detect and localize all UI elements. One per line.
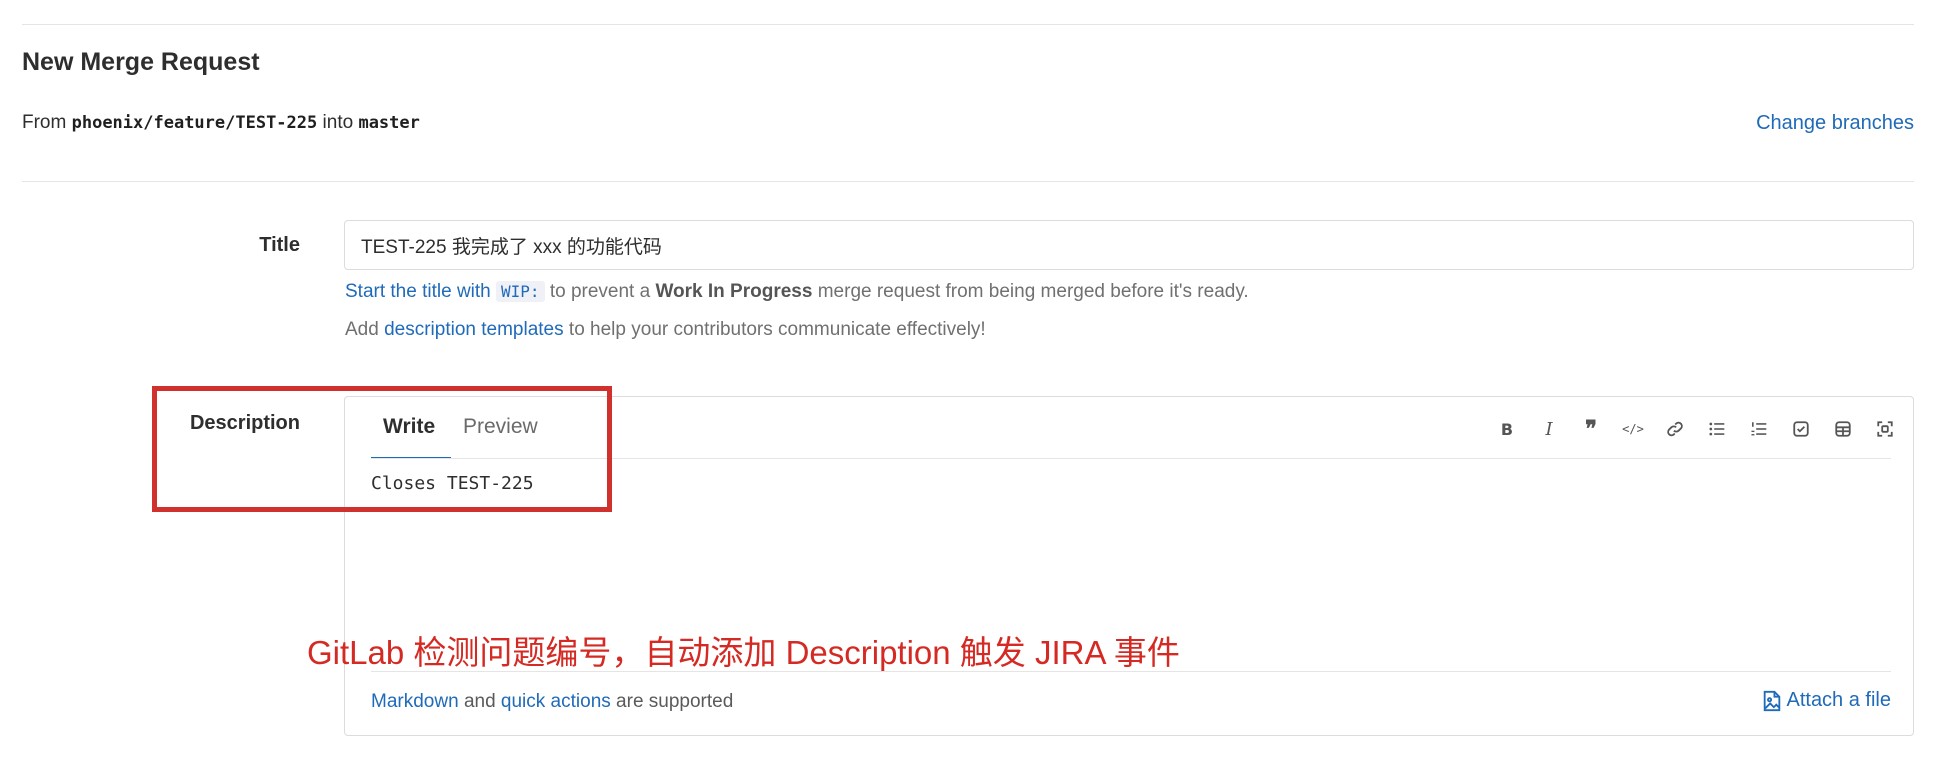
wip-hint: Start the title with WIP: to prevent a W…: [345, 281, 1249, 303]
attach-file-label: Attach a file: [1786, 689, 1891, 711]
table-icon[interactable]: [1833, 419, 1853, 439]
wip-hint-bold: Work In Progress: [655, 281, 813, 302]
footer-supported: are supported: [616, 691, 734, 712]
markdown-toolbar: B I ❞ </>: [1497, 416, 1895, 442]
branch-summary: From phoenix/feature/TEST-225 into maste…: [22, 112, 420, 134]
editor-footer: Markdown and quick actions are supported: [371, 691, 733, 713]
code-icon[interactable]: </>: [1622, 419, 1644, 439]
task-list-icon[interactable]: [1791, 419, 1811, 439]
image-file-icon: [1764, 690, 1781, 711]
change-branches-link[interactable]: Change branches: [1756, 112, 1914, 135]
fullscreen-icon[interactable]: [1875, 419, 1895, 439]
top-divider: [22, 24, 1914, 25]
page-title: New Merge Request: [22, 48, 260, 76]
wip-code: WIP:: [496, 281, 545, 302]
title-input[interactable]: [344, 220, 1914, 270]
wip-hint-text-after: merge request from being merged before i…: [817, 281, 1249, 302]
bullet-list-icon[interactable]: [1707, 419, 1727, 439]
annotation-highlight-box: [152, 386, 612, 512]
attach-file-button[interactable]: Attach a file: [1762, 689, 1891, 712]
into-label: into: [322, 112, 354, 133]
quick-actions-link[interactable]: quick actions: [501, 691, 611, 712]
wip-hint-text: to prevent a: [549, 281, 651, 302]
quote-icon[interactable]: ❞: [1581, 416, 1601, 442]
template-hint-suffix: to help your contributors communicate ef…: [568, 319, 986, 340]
italic-icon[interactable]: I: [1539, 419, 1559, 440]
from-label: From: [22, 112, 67, 133]
title-label: Title: [259, 234, 300, 256]
source-branch: phoenix/feature/TEST-225: [71, 113, 318, 133]
target-branch: master: [358, 113, 420, 133]
template-hint-prefix: Add: [345, 319, 379, 340]
bold-icon[interactable]: B: [1497, 419, 1517, 439]
wip-hint-link[interactable]: Start the title with: [345, 281, 491, 302]
header-divider: [22, 181, 1914, 182]
annotation-caption: GitLab 检测问题编号，自动添加 Description 触发 JIRA 事…: [307, 634, 1180, 671]
numbered-list-icon[interactable]: [1749, 419, 1769, 439]
description-templates-link[interactable]: description templates: [384, 319, 564, 340]
template-hint: Add description templates to help your c…: [345, 319, 986, 341]
footer-and: and: [463, 691, 496, 712]
link-icon[interactable]: [1665, 419, 1685, 439]
markdown-link[interactable]: Markdown: [371, 691, 459, 712]
